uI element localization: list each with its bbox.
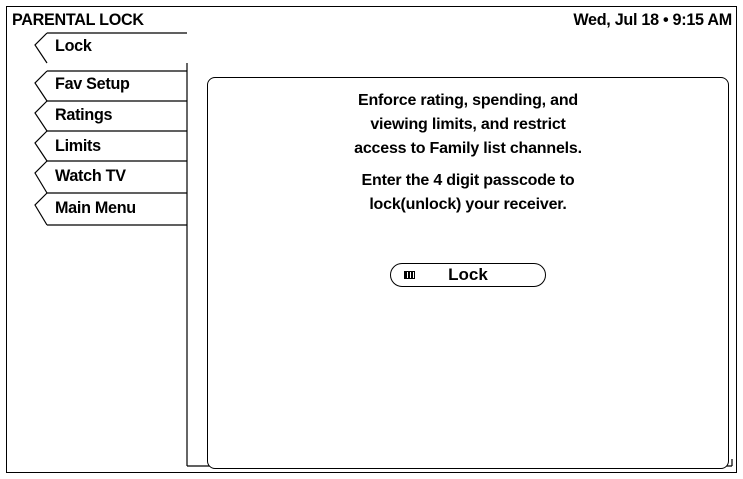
lock-button-label: Lock <box>448 265 488 284</box>
description-line-3: access to Family list channels. <box>354 140 582 157</box>
instruction-line-1: Enter the 4 digit passcode to <box>361 172 575 189</box>
tab-watch-tv[interactable]: Watch TV <box>35 161 195 190</box>
content-panel: Enforce rating, spending, and viewing li… <box>207 77 729 469</box>
tab-fav-setup-label: Fav Setup <box>55 74 130 93</box>
tab-main-menu[interactable]: Main Menu <box>35 193 195 222</box>
tab-lock-label: Lock <box>55 36 92 55</box>
description-line-2: viewing limits, and restrict <box>370 116 566 133</box>
tab-limits-label: Limits <box>55 136 101 155</box>
description-line-1: Enforce rating, spending, and <box>358 92 578 109</box>
tab-ratings[interactable]: Ratings <box>35 101 195 130</box>
tab-lock[interactable]: Lock <box>35 32 195 61</box>
page-title: PARENTAL LOCK <box>12 10 144 29</box>
tab-watch-tv-label: Watch TV <box>55 166 126 185</box>
tab-main-menu-label: Main Menu <box>55 198 136 217</box>
tab-ratings-label: Ratings <box>55 105 113 124</box>
tab-limits[interactable]: Limits <box>35 131 195 160</box>
date-time: Wed, Jul 18 • 9:15 AM <box>573 10 732 29</box>
lock-button[interactable]: Lock <box>390 263 546 287</box>
instruction-line-2: lock(unlock) your receiver. <box>369 196 567 213</box>
tab-fav-setup[interactable]: Fav Setup <box>35 71 195 100</box>
parental-lock-screen: PARENTAL LOCK Wed, Jul 18 • 9:15 AM Lock… <box>6 6 737 473</box>
